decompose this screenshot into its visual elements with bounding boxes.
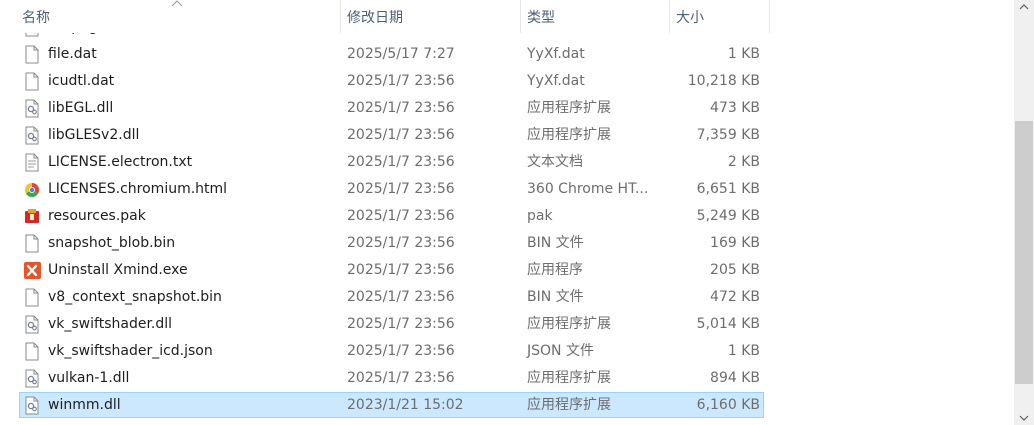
column-header-date[interactable]: 修改日期 [340,0,520,33]
file-modified-date: 2025/1/7 23:56 [347,127,455,143]
file-size: 472 KB [710,289,760,305]
file-size: 6,160 KB [696,397,760,413]
file-row[interactable]: icudtl.dat 2025/1/7 23:56 YyXf.dat 10,218 K… [0,68,1014,95]
dll-icon [23,126,41,145]
column-header-bar: 名称 修改日期 类型 大小 [0,0,1014,33]
dll-icon [23,315,41,334]
file-row[interactable]: vk_swiftshader.dll 2025/1/7 23:56 应用程序扩展 5,… [0,311,1014,338]
file-type: BIN 文件 [527,289,584,305]
file-name: Uninstall Xmind.exe [48,262,188,278]
file-modified-date: 2025/1/7 23:56 [347,100,455,116]
file-name: icudtl.dat [48,73,115,89]
column-header-divider [769,0,770,33]
file-type: 360 Chrome HT... [527,181,649,197]
vertical-scrollbar[interactable] [1014,0,1034,425]
xmind-app-icon [23,261,41,280]
file-type: YyXf.dat [527,73,585,89]
file-modified-date: 2025/1/7 23:56 [347,289,455,305]
file-type: 应用程序扩展 [527,370,611,386]
file-name: snapshot_blob.bin [48,235,176,251]
file-name: resources.pak [48,208,146,224]
scroll-up-icon[interactable] [1014,0,1034,14]
file-modified-date: 2025/1/7 23:56 [347,316,455,332]
file-modified-date: 2025/1/7 23:56 [347,343,455,359]
file-name: libEGL.dll [48,100,114,116]
file-modified-date: 2025/5/17 7:27 [347,46,455,62]
file-type: JSON 文件 [527,343,594,359]
file-modified-date: 2023/1/21 15:02 [347,397,464,413]
dll-icon [23,99,41,118]
column-header-type-label: 类型 [527,10,555,26]
file-size: 6,651 KB [696,181,760,197]
file-type: 应用程序 [527,262,583,278]
file-row[interactable]: libEGL.dll 2025/1/7 23:56 应用程序扩展 473 KB [0,95,1014,122]
file-type: pak [527,208,553,224]
file-modified-date: 2025/1/7 23:56 [347,73,455,89]
file-name: vk_swiftshader_icd.json [48,343,213,359]
file-type: 应用程序扩展 [527,127,611,143]
column-header-date-label: 修改日期 [347,10,403,26]
file-size: 205 KB [710,262,760,278]
file-size: 1 KB [727,46,760,62]
file-row[interactable]: LICENSE.electron.txt 2025/1/7 23:56 文本文档 2 … [0,149,1014,176]
column-header-name-label: 名称 [22,10,50,26]
file-size: 7,359 KB [696,127,760,143]
file-row[interactable]: snapshot_blob.bin 2025/1/7 23:56 BIN 文件 169… [0,230,1014,257]
file-name: vk_swiftshader.dll [48,316,173,332]
column-header-size-label: 大小 [676,10,704,26]
file-icon [23,342,41,361]
file-modified-date: 2025/1/7 23:56 [347,235,455,251]
file-row[interactable]: winmm.dll 2023/1/21 15:02 应用程序扩展 6,160 KB [0,392,1014,419]
file-row[interactable]: file.dat 2025/5/17 7:27 YyXf.dat 1 KB [0,41,1014,68]
file-row[interactable]: libGLESv2.dll 2025/1/7 23:56 应用程序扩展 7,359 K… [0,122,1014,149]
file-modified-date: 2025/1/7 23:56 [347,370,455,386]
file-name: v8_context_snapshot.bin [48,289,222,305]
pak-icon [23,207,41,226]
chrome-html-icon [23,180,41,199]
file-icon [23,288,41,307]
scroll-down-icon[interactable] [1014,411,1034,425]
file-size: 5,014 KB [696,316,760,332]
column-header-type[interactable]: 类型 [520,0,669,33]
file-name: file.dat [48,46,97,62]
dll-icon [23,396,41,415]
file-type: 应用程序扩展 [527,100,611,116]
file-icon [23,45,41,64]
sort-ascending-icon [171,0,183,7]
file-size: 1 KB [727,343,760,359]
file-size: 894 KB [710,370,760,386]
dll-icon [23,369,41,388]
file-size: 473 KB [710,100,760,116]
file-row[interactable]: v8_context_snapshot.bin 2025/1/7 23:56 BIN… [0,284,1014,311]
file-type: BIN 文件 [527,235,584,251]
file-type: 文本文档 [527,154,583,170]
file-row[interactable]: LICENSES.chromium.html 2025/1/7 23:56 360 … [0,176,1014,203]
file-size: 10,218 KB [687,73,760,89]
scrollbar-thumb[interactable] [1015,121,1033,384]
file-type: 应用程序扩展 [527,316,611,332]
file-modified-date: 2025/1/7 23:56 [347,181,455,197]
file-type: YyXf.dat [527,46,585,62]
file-name: LICENSE.electron.txt [48,154,193,170]
text-file-icon [23,153,41,172]
file-name: vulkan-1.dll [48,370,130,386]
file-type: 应用程序扩展 [527,397,611,413]
file-row[interactable]: resources.pak 2025/1/7 23:56 pak 5,249 KB [0,203,1014,230]
file-icon [23,72,41,91]
file-size: 5,249 KB [696,208,760,224]
file-row[interactable]: vulkan-1.dll 2025/1/7 23:56 应用程序扩展 894 KB [0,365,1014,392]
file-row[interactable]: Uninstall Xmind.exe 2025/1/7 23:56 应用程序 205… [0,257,1014,284]
file-icon [23,234,41,253]
file-size: 169 KB [710,235,760,251]
file-name: winmm.dll [48,397,121,413]
column-header-size[interactable]: 大小 [669,0,769,33]
file-modified-date: 2025/1/7 23:56 [347,208,455,224]
file-modified-date: 2025/1/7 23:56 [347,262,455,278]
file-name: LICENSES.chromium.html [48,181,228,197]
file-modified-date: 2025/1/7 23:56 [347,154,455,170]
file-row[interactable]: vk_swiftshader_icd.json 2025/1/7 23:56 JSO… [0,338,1014,365]
file-name: libGLESv2.dll [48,127,140,143]
file-size: 2 KB [727,154,760,170]
